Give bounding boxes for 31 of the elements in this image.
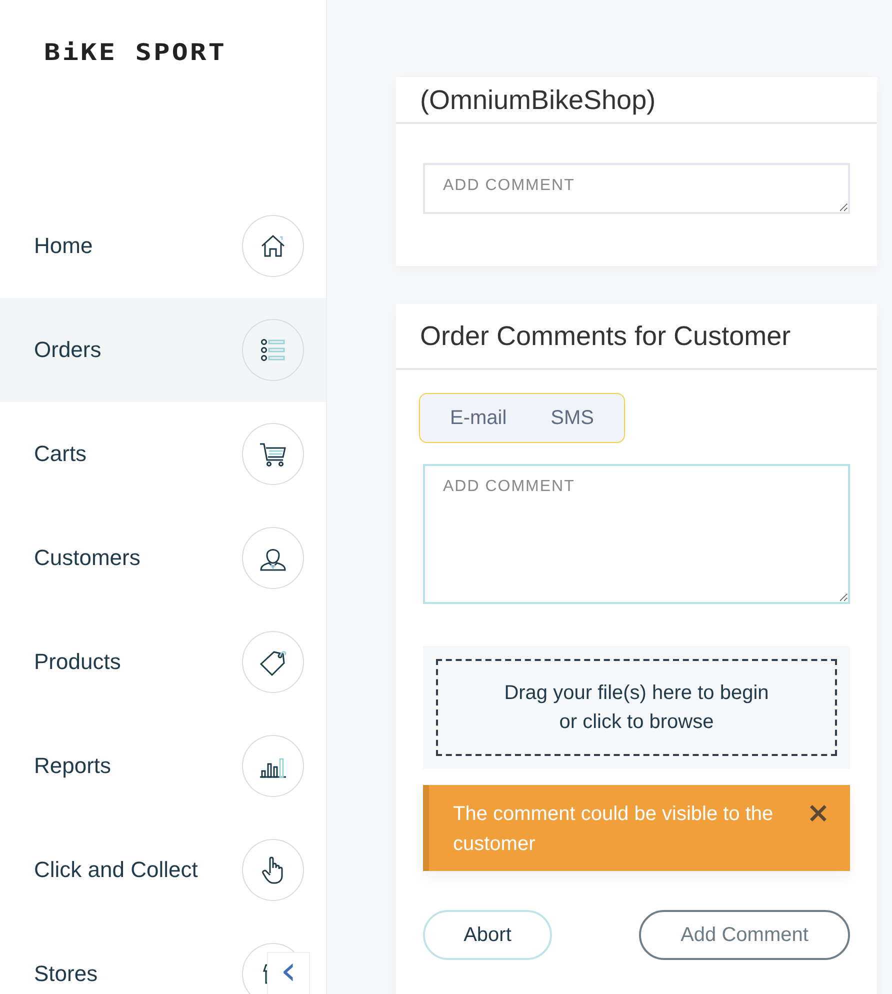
nav-item[interactable]: Customers: [0, 506, 326, 610]
nav-label: Carts: [34, 441, 87, 467]
nav-item[interactable]: Click and Collect: [0, 818, 326, 922]
nav-item[interactable]: Reports: [0, 714, 326, 818]
nav-item[interactable]: Orders: [0, 298, 326, 402]
file-dropzone[interactable]: Drag your file(s) here to begin or click to browse: [436, 659, 837, 756]
alert-text: The comment could be visible to the customer: [453, 802, 774, 857]
nav-item[interactable]: Products: [0, 610, 326, 714]
card-title: Order Comments for Customer: [420, 320, 791, 352]
nav-label: Orders: [34, 337, 102, 363]
nav-label: Products: [34, 649, 121, 675]
comment-field[interactable]: ADD COMMENT: [423, 464, 850, 604]
close-button[interactable]: ×: [806, 799, 830, 827]
comment-field[interactable]: ADD COMMENT: [423, 163, 850, 214]
nav-item[interactable]: Home: [0, 194, 326, 298]
dropzone-text: Drag your file(s) here to begin: [504, 682, 769, 704]
channel-tab[interactable]: SMS: [528, 398, 616, 438]
dropzone-text: or click to browse: [559, 710, 714, 734]
add-comment-button[interactable]: Add Comment: [639, 910, 850, 960]
collapse-button[interactable]: ‹: [267, 952, 310, 994]
nav-item[interactable]: Stores ‹: [0, 922, 326, 994]
abort-button[interactable]: Abort: [423, 910, 552, 960]
nav-item[interactable]: Carts: [0, 402, 326, 506]
logo: BiKE SPORT: [44, 40, 227, 66]
nav-label: Click and Collect: [34, 857, 198, 883]
nav-label: Home: [34, 233, 93, 259]
card-title: (OmniumBikeShop): [420, 84, 656, 117]
nav-label: Reports: [34, 753, 112, 779]
channel-tab[interactable]: E-mail: [428, 398, 529, 438]
nav-label: Customers: [34, 545, 140, 571]
nav-label: Stores: [34, 961, 98, 987]
